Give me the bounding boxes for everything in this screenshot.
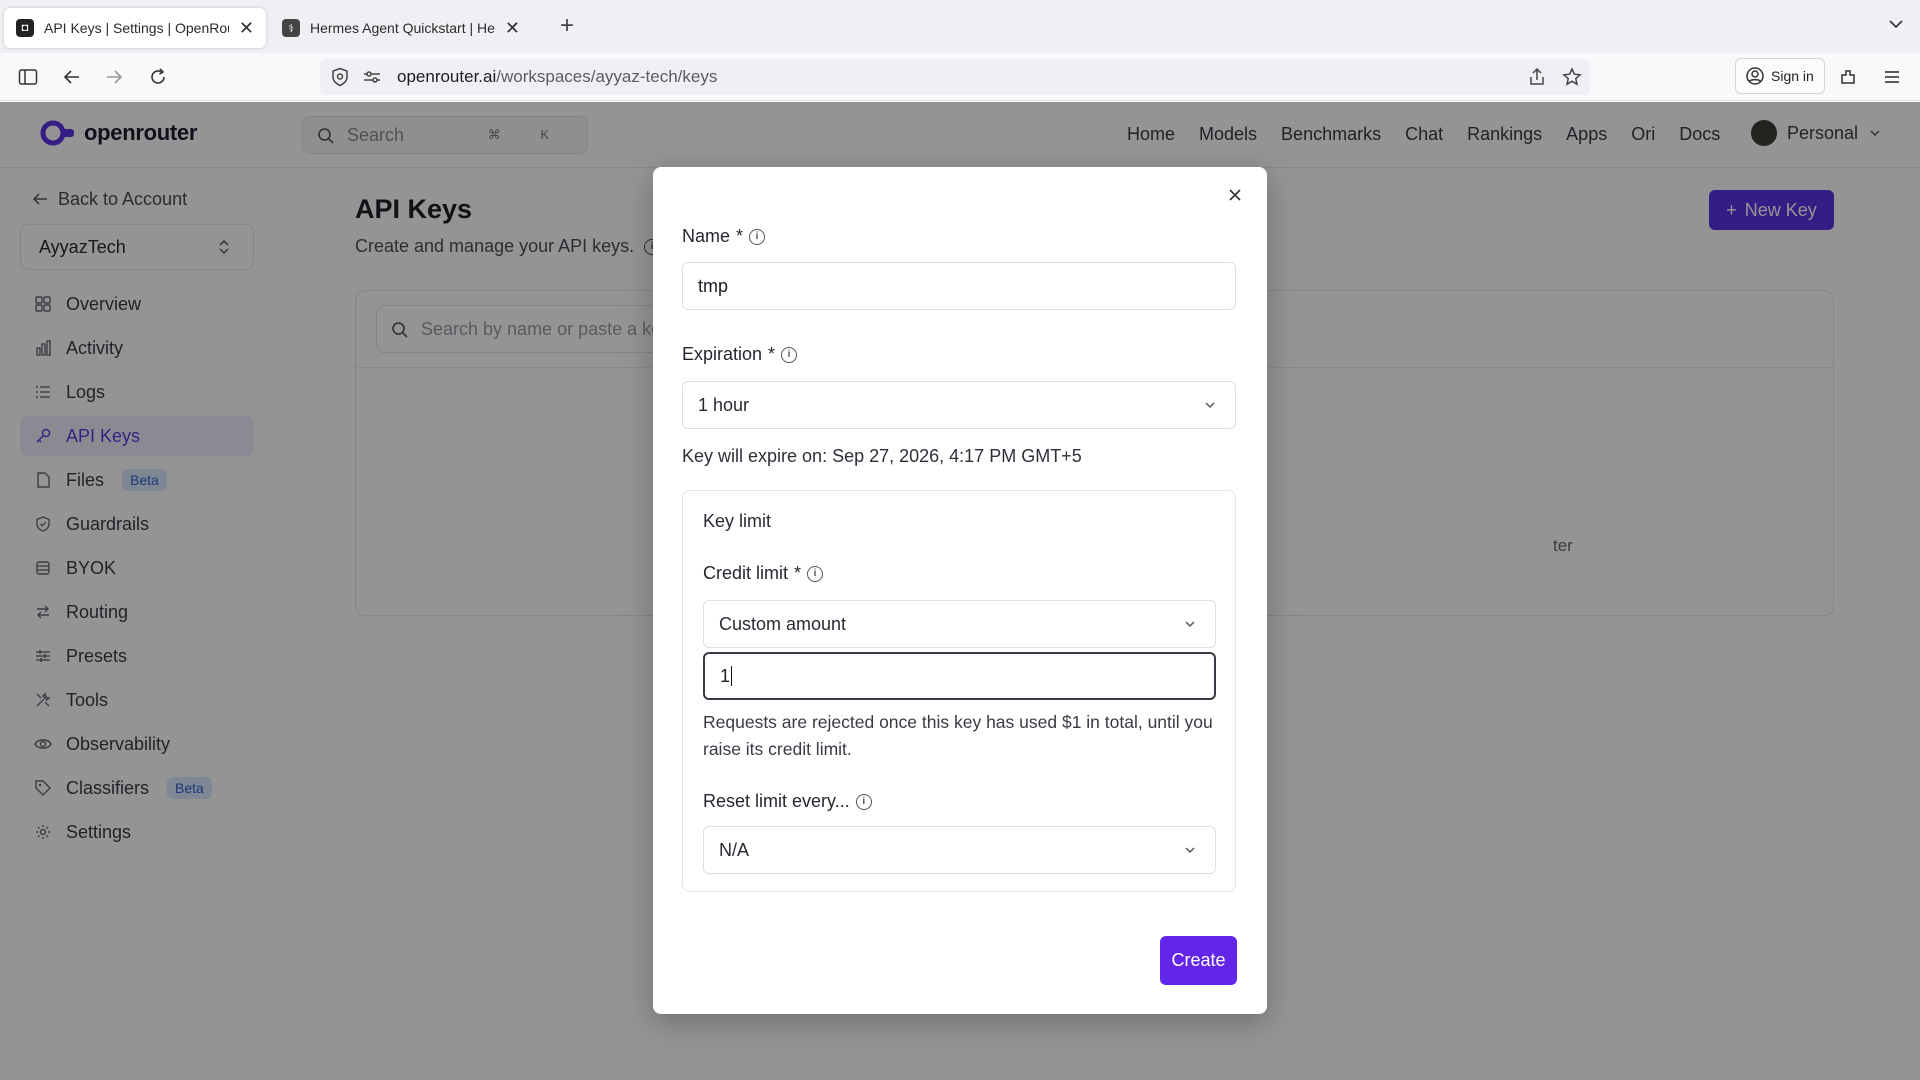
- text-caret: [731, 666, 733, 686]
- forward-arrow-icon[interactable]: [100, 63, 128, 91]
- sign-in-button[interactable]: Sign in: [1735, 58, 1825, 94]
- chevron-down-icon: [1185, 621, 1195, 628]
- create-button[interactable]: Create: [1160, 936, 1237, 985]
- url-text: openrouter.ai/workspaces/ayyaz-tech/keys: [397, 67, 718, 86]
- reload-icon[interactable]: [144, 63, 172, 91]
- chevron-down-icon: [1205, 402, 1215, 409]
- sidebar-toggle-icon[interactable]: [14, 63, 42, 91]
- hermes-favicon-icon: ⚕: [282, 19, 300, 37]
- info-icon[interactable]: i: [781, 346, 798, 363]
- info-icon[interactable]: i: [855, 793, 872, 810]
- extensions-icon[interactable]: [1834, 63, 1862, 91]
- browser-toolbar: openrouter.ai/workspaces/ayyaz-tech/keys…: [0, 53, 1920, 101]
- browser-tab-bar: ◘ API Keys | Settings | OpenRouter ✕ ⚕ H…: [0, 0, 1920, 53]
- tab-title: Hermes Agent Quickstart | Hermes: [310, 20, 495, 36]
- close-tab-icon[interactable]: ✕: [505, 18, 520, 39]
- name-field[interactable]: tmp: [682, 262, 1236, 310]
- name-value: tmp: [698, 275, 729, 296]
- menu-icon[interactable]: [1878, 63, 1906, 91]
- shield-icon[interactable]: [328, 65, 352, 89]
- address-bar[interactable]: openrouter.ai/workspaces/ayyaz-tech/keys: [320, 59, 1590, 95]
- new-tab-icon[interactable]: +: [553, 12, 581, 40]
- credit-amount-input[interactable]: 1: [703, 652, 1216, 700]
- name-label: Name * i: [682, 226, 766, 247]
- credit-limit-select[interactable]: Custom amount: [703, 600, 1216, 648]
- tab-hermes[interactable]: ⚕ Hermes Agent Quickstart | Hermes ✕: [270, 8, 532, 48]
- close-icon[interactable]: [1225, 185, 1245, 205]
- name-label-text: Name: [682, 226, 731, 246]
- back-arrow-icon[interactable]: [58, 63, 86, 91]
- credit-limit-select-value: Custom amount: [719, 613, 847, 634]
- expire-note: Key will expire on: Sep 27, 2026, 4:17 P…: [682, 446, 1082, 466]
- expiration-value: 1 hour: [698, 394, 750, 415]
- required-mark: *: [736, 226, 744, 246]
- required-mark: *: [794, 563, 802, 583]
- reset-label-text: Reset limit every...: [703, 791, 850, 811]
- account-icon: [1746, 67, 1764, 85]
- expiration-label-text: Expiration: [682, 344, 763, 364]
- chevron-down-icon: [1185, 847, 1195, 854]
- reset-limit-value: N/A: [719, 839, 750, 860]
- bookmark-star-icon[interactable]: [1560, 65, 1584, 89]
- credit-help-text: Requests are rejected once this key has …: [703, 712, 1213, 759]
- credit-limit-label: Credit limit * i: [703, 563, 824, 584]
- expiration-select[interactable]: 1 hour: [682, 381, 1236, 429]
- expiration-label: Expiration * i: [682, 344, 798, 365]
- share-icon[interactable]: [1525, 65, 1549, 89]
- site-permissions-icon[interactable]: [360, 65, 384, 89]
- info-icon[interactable]: i: [749, 228, 766, 245]
- key-limit-card: Key limit Credit limit * i Custom amount…: [682, 490, 1236, 892]
- tab-api-keys[interactable]: ◘ API Keys | Settings | OpenRouter ✕: [4, 8, 266, 48]
- reset-limit-select[interactable]: N/A: [703, 826, 1216, 874]
- create-key-dialog: Name * i tmp Expiration * i 1 hour Key w…: [653, 167, 1267, 1014]
- required-mark: *: [768, 344, 776, 364]
- info-icon[interactable]: i: [807, 565, 824, 582]
- chevron-down-icon[interactable]: [1886, 14, 1906, 34]
- reset-limit-label: Reset limit every... i: [703, 791, 872, 812]
- sign-in-label: Sign in: [1771, 68, 1814, 84]
- credit-amount-value: 1: [720, 665, 731, 686]
- credit-limit-label-text: Credit limit: [703, 563, 789, 583]
- openrouter-favicon-icon: ◘: [16, 19, 34, 37]
- key-limit-title: Key limit: [703, 511, 772, 531]
- close-tab-icon[interactable]: ✕: [239, 18, 254, 39]
- tab-title: API Keys | Settings | OpenRouter: [44, 20, 229, 36]
